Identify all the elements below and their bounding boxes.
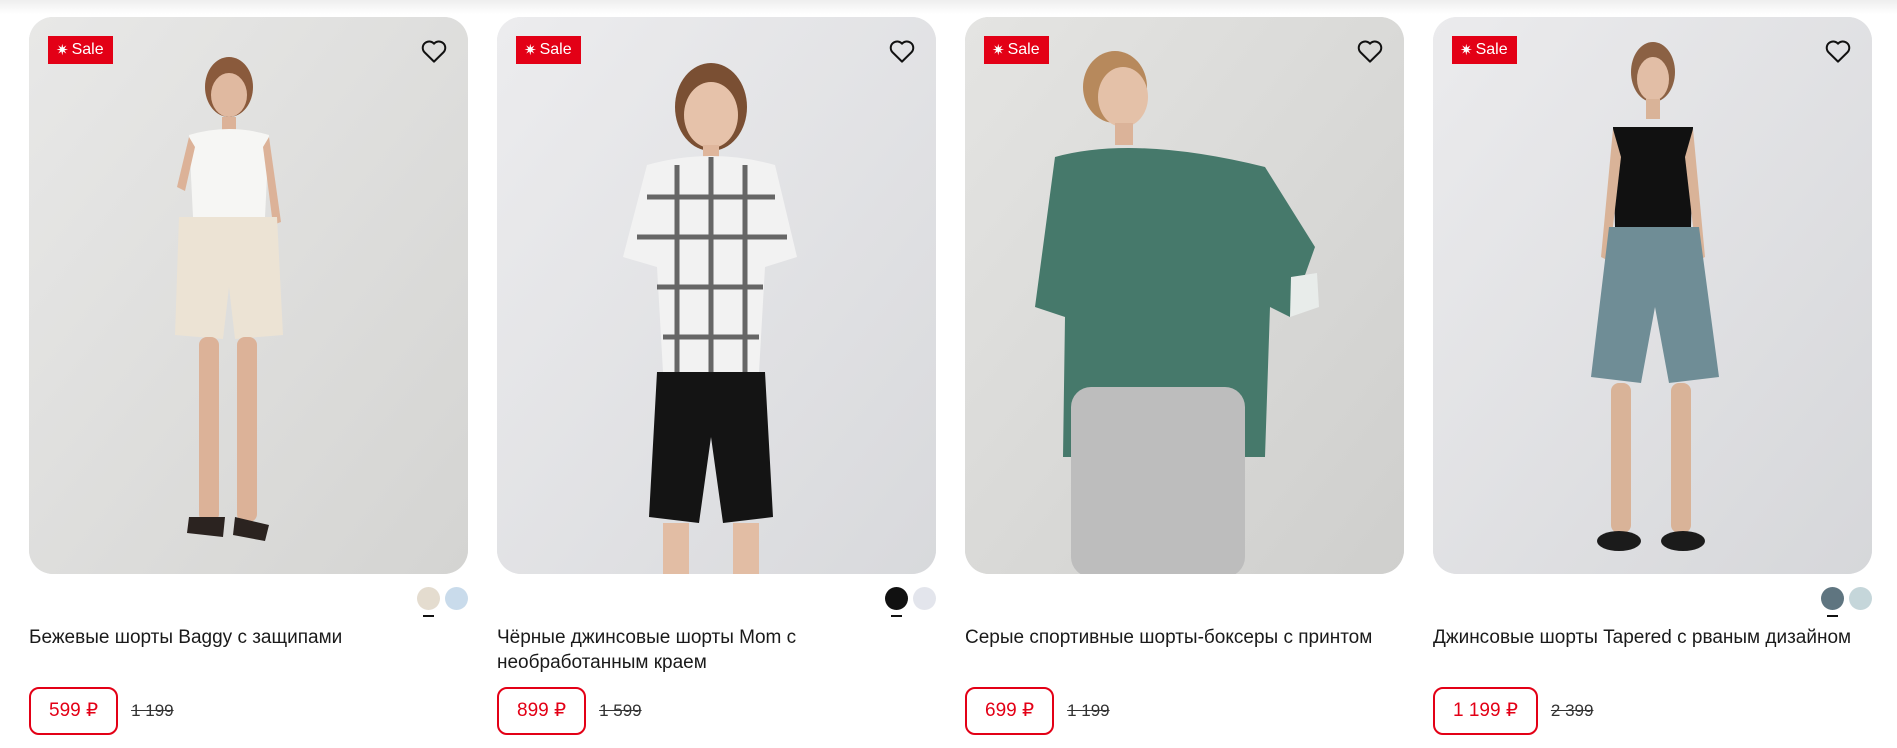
current-price[interactable]: 599 ₽ — [29, 687, 119, 735]
product-image[interactable]: ✷ Sale — [29, 17, 468, 574]
asterisk-icon: ✷ — [524, 41, 537, 59]
product-title[interactable]: Чёрные джинсовые шорты Mom с необработан… — [497, 625, 936, 675]
sale-badge-label: Sale — [1475, 41, 1508, 58]
model-figure-beige-shorts — [29, 17, 468, 574]
price-row: 1 199 ₽ 2 399 — [1433, 687, 1593, 735]
sale-badge-label: Sale — [71, 41, 104, 58]
old-price: 2 399 — [1550, 701, 1594, 720]
product-image[interactable]: ✷ Sale — [965, 17, 1404, 574]
price-row: 899 ₽ 1 599 — [497, 687, 642, 735]
old-price: 1 199 — [131, 701, 174, 720]
sale-badge: ✷ Sale — [1452, 36, 1517, 64]
price-row: 699 ₽ 1 199 — [965, 687, 1110, 735]
color-swatches — [1821, 587, 1872, 617]
sale-badge: ✷ Sale — [48, 36, 113, 64]
color-swatch[interactable] — [885, 587, 908, 617]
color-swatch[interactable] — [417, 587, 440, 617]
color-swatches — [885, 587, 936, 617]
color-swatches — [417, 587, 468, 617]
color-swatch[interactable] — [1849, 587, 1872, 610]
heart-icon[interactable] — [1823, 36, 1853, 66]
product-title[interactable]: Бежевые шорты Baggy с защипами — [29, 625, 468, 650]
color-swatch[interactable] — [913, 587, 936, 610]
color-swatch[interactable] — [1821, 587, 1844, 617]
current-price[interactable]: 699 ₽ — [965, 687, 1055, 735]
product-card[interactable]: ✷ Sale Чёрные джинсовые шорты Mom с необ… — [497, 17, 936, 737]
product-grid: ✷ Sale Бежевые шорты Baggy с защипами 59… — [29, 17, 1872, 737]
price-row: 599 ₽ 1 199 — [29, 687, 174, 735]
heart-icon[interactable] — [1355, 36, 1385, 66]
product-card[interactable]: ✷ Sale Бежевые шорты Baggy с защипами 59… — [29, 17, 468, 737]
current-price[interactable]: 1 199 ₽ — [1433, 687, 1538, 735]
top-separator — [0, 0, 1897, 14]
sale-badge-label: Sale — [1007, 41, 1040, 58]
product-image[interactable]: ✷ Sale — [497, 17, 936, 574]
heart-icon[interactable] — [887, 36, 917, 66]
sale-badge: ✷ Sale — [984, 36, 1049, 64]
asterisk-icon: ✷ — [992, 41, 1005, 59]
asterisk-icon: ✷ — [56, 41, 69, 59]
asterisk-icon: ✷ — [1460, 41, 1473, 59]
model-figure-grey-shorts — [965, 17, 1404, 574]
model-figure-black-shorts — [497, 17, 936, 574]
product-image[interactable]: ✷ Sale — [1433, 17, 1872, 574]
model-figure-denim-shorts — [1433, 17, 1872, 574]
heart-icon[interactable] — [419, 36, 449, 66]
current-price[interactable]: 899 ₽ — [497, 687, 587, 735]
product-card[interactable]: ✷ Sale Джинсовые шорты Tapered с рваным … — [1433, 17, 1872, 737]
sale-badge: ✷ Sale — [516, 36, 581, 64]
old-price: 1 599 — [599, 701, 642, 720]
product-title[interactable]: Серые спортивные шорты-боксеры с принтом — [965, 625, 1404, 650]
sale-badge-label: Sale — [539, 41, 572, 58]
color-swatch[interactable] — [445, 587, 468, 610]
product-card[interactable]: ✷ Sale Серые спортивные шорты-боксеры с … — [965, 17, 1404, 737]
product-title[interactable]: Джинсовые шорты Tapered с рваным дизайно… — [1433, 625, 1872, 650]
old-price: 1 199 — [1067, 701, 1110, 720]
